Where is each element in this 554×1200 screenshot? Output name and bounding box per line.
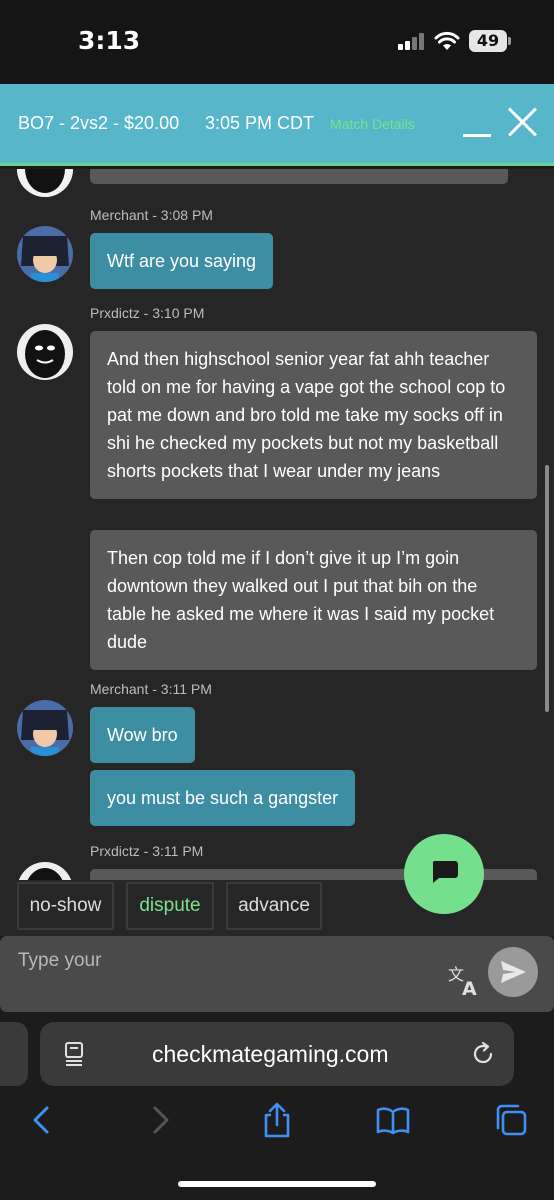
reader-icon[interactable] [64,1042,84,1066]
forward-icon[interactable] [144,1102,178,1138]
advance-button[interactable]: advance [226,882,322,930]
match-time: 3:05 PM CDT [205,113,315,133]
message-bubble: Wtf are you saying [90,233,274,289]
url-text[interactable]: checkmategaming.com [152,1041,389,1068]
status-bar: 3:13 49 [0,0,554,84]
match-details-link[interactable]: Match Details [330,116,415,132]
avatar [17,700,73,756]
battery-level: 49 [469,30,507,52]
minimize-icon[interactable] [463,134,491,137]
bookmarks-icon[interactable] [376,1102,410,1138]
svg-text:A: A [462,978,477,997]
chat-button[interactable] [404,834,484,914]
message-bubble: Then cop told me if I don’t give it up I… [90,530,537,670]
share-icon[interactable] [260,1102,294,1138]
message-bubble: Wow bro [90,707,195,763]
message-input[interactable] [18,946,318,976]
previous-tab-preview[interactable] [0,1022,28,1086]
send-icon [501,961,526,983]
avatar [17,226,73,282]
avatar [17,862,73,880]
address-bar[interactable]: checkmategaming.com [40,1022,514,1086]
status-time: 3:13 [78,26,141,55]
translate-icon[interactable]: 文 A [447,965,481,997]
send-button[interactable] [488,947,538,997]
message-sender: Prxdictz - 3:10 PM [90,305,205,321]
match-title: BO7 - 2vs2 - $20.00 [18,113,180,133]
battery-icon [508,37,511,45]
message-bubble: And then highschool senior year fat ahh … [90,331,537,499]
message-sender: Merchant - 3:11 PM [90,681,212,697]
message-sender: Merchant - 3:08 PM [90,207,213,223]
dispute-button[interactable]: dispute [126,882,214,930]
match-header: BO7 - 2vs2 - $20.00 3:05 PM CDT Match De… [0,84,554,166]
avatar [17,169,73,197]
message-bubble [90,169,508,184]
tabs-icon[interactable] [494,1102,528,1138]
message-bubble: you must be such a gangster [90,770,356,826]
home-indicator[interactable] [178,1181,376,1187]
cellular-signal-icon [398,33,426,50]
wifi-icon [434,31,460,50]
avatar [17,324,73,380]
chat-messages[interactable]: Merchant - 3:08 PM Wtf are you saying Pr… [0,169,554,880]
chat-icon [432,861,458,883]
no-show-button[interactable]: no-show [17,882,114,930]
close-icon[interactable] [506,105,540,139]
message-sender: Prxdictz - 3:11 PM [90,843,204,859]
reload-icon[interactable] [470,1041,496,1067]
scrollbar[interactable] [545,465,549,712]
back-icon[interactable] [24,1102,58,1138]
